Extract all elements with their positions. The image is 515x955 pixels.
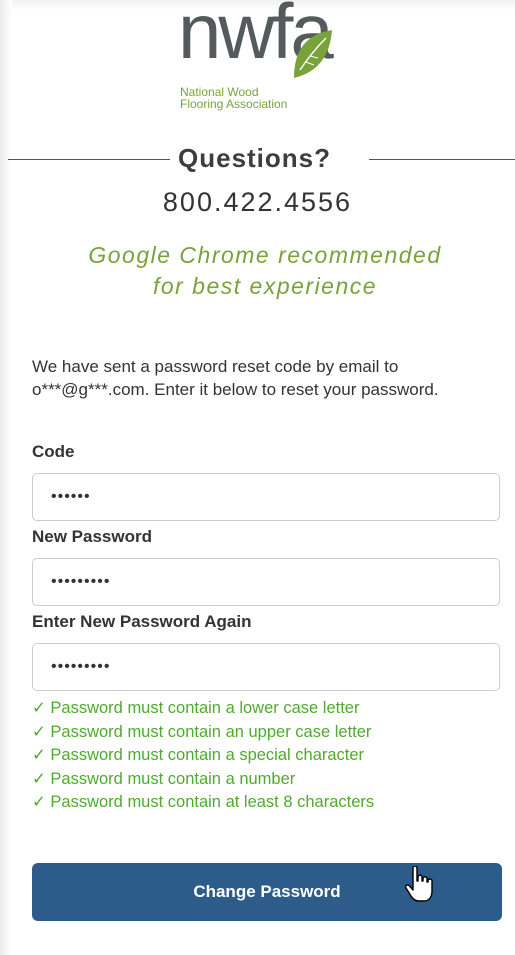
browser-recommendation-line1: Google Chrome recommended — [88, 242, 442, 268]
requirement-lowercase: ✓ Password must contain a lower case let… — [32, 699, 360, 717]
nwfa-logo: nwfa National Wood Flooring Association — [178, 0, 348, 118]
password-reset-page: nwfa National Wood Flooring Association … — [0, 0, 515, 955]
reset-instructions: We have sent a password reset code by em… — [32, 357, 439, 399]
requirement-special: ✓ Password must contain a special charac… — [32, 746, 365, 764]
confirm-password-label: Enter New Password Again — [32, 612, 252, 631]
logo-subtitle-line2: Flooring Association — [180, 97, 288, 111]
requirement-uppercase: ✓ Password must contain an upper case le… — [32, 722, 372, 741]
code-label: Code — [32, 442, 75, 461]
leaf-icon — [294, 30, 332, 78]
questions-heading: Questions? — [178, 143, 332, 173]
browser-recommendation: Google Chrome recommended for best exper… — [40, 240, 490, 302]
browser-recommendation-line2: for best experience — [152, 273, 378, 299]
divider-line-right — [369, 159, 515, 160]
new-password-input[interactable] — [32, 558, 500, 606]
code-input[interactable] — [32, 473, 500, 521]
divider-line-left — [8, 159, 170, 160]
requirement-number: ✓ Password must contain a number — [32, 769, 296, 788]
new-password-label: New Password — [32, 527, 152, 546]
phone-number: 800.422.4556 — [162, 187, 353, 217]
logo-subtitle: National Wood Flooring Association — [180, 86, 287, 110]
change-password-button[interactable]: Change Password — [32, 863, 502, 921]
confirm-password-input[interactable] — [32, 643, 500, 691]
requirement-length: ✓ Password must contain at least 8 chara… — [32, 793, 375, 811]
questions-divider: Questions? — [0, 142, 515, 176]
password-requirements: ✓ Password must contain a lower case let… — [32, 697, 502, 815]
